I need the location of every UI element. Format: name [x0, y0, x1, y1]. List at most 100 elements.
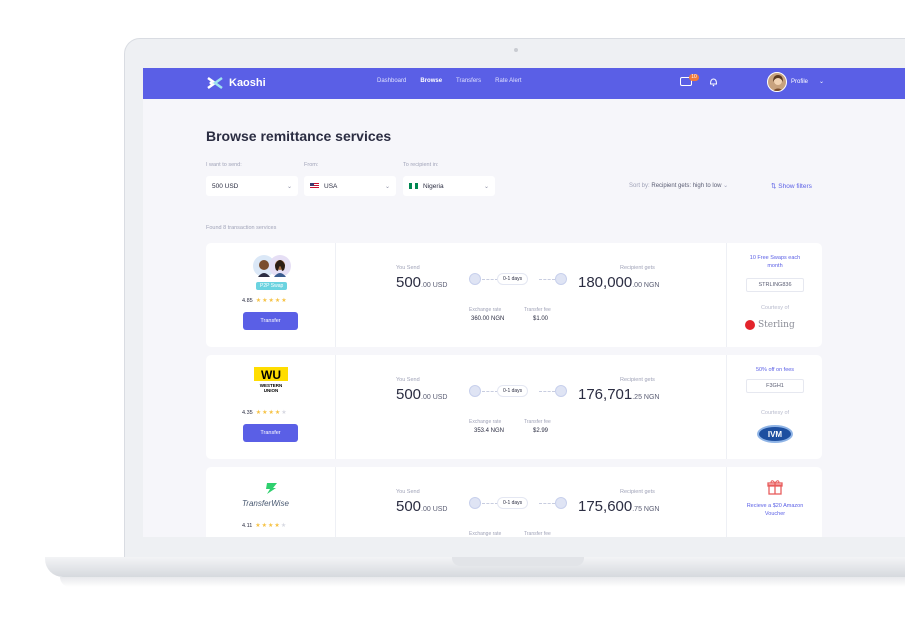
avatar[interactable] [767, 72, 787, 92]
start-node-icon [469, 273, 481, 285]
nav-rate-alert[interactable]: Rate Alert [495, 78, 521, 84]
kaoshi-logo-icon [207, 76, 223, 90]
to-country-select[interactable]: Nigeria ⌄ [403, 176, 495, 196]
duration-pill: 0-1 days [497, 273, 529, 285]
brand-logo[interactable]: Kaoshi [206, 75, 266, 91]
recv-dec: .00 NGN [632, 282, 660, 289]
transfer-fee-label: Transfer fee [524, 419, 551, 425]
recipient-amount: 176,701.25 NGN [578, 386, 659, 403]
bell-icon[interactable] [709, 77, 718, 87]
send-amount: 500.00 USD [396, 274, 448, 291]
send-dec: .00 USD [421, 282, 448, 289]
exchange-rate-label: Exchange rate [469, 307, 502, 313]
duration-pill: 0-1 days [497, 497, 529, 509]
sort-control[interactable]: Sort by: Recipient gets: high to low ⌄ [629, 182, 728, 189]
recv-int: 175,600 [578, 498, 633, 515]
start-node-icon [469, 385, 481, 397]
promo-code[interactable]: F3GH1 [746, 379, 804, 393]
provider-rating: 4.35 ★★★★★ [242, 409, 288, 417]
recv-int: 180,000 [578, 274, 633, 291]
recipient-gets-label: Recipient gets [620, 489, 655, 495]
delivery-timeline: 0-1 days [469, 271, 574, 287]
courtesy-label: Courtesy of [760, 305, 790, 311]
send-int: 500 [396, 498, 422, 515]
laptop-shadow [60, 577, 905, 587]
end-node-icon [555, 273, 567, 285]
transfer-fee-label: Transfer fee [524, 307, 551, 313]
timeline-dash [482, 503, 498, 504]
promo-code[interactable]: STRLING836 [746, 278, 804, 292]
service-card: P2P Swap 4.85 ★★★★★ Transfer You Send 50… [206, 243, 822, 347]
laptop-notch [452, 557, 584, 566]
results-count: Found 8 transaction services [206, 225, 277, 231]
provider-tag: P2P Swap [256, 282, 288, 290]
filter-icon: ⇅ [771, 183, 777, 190]
to-country-value: Nigeria [423, 182, 444, 190]
provider-column: WU WESTERN UNION 4.35 ★★★★★ Transfer [206, 355, 336, 459]
svg-text:WU: WU [261, 368, 281, 382]
rating-value: 4.85 [242, 297, 253, 304]
provider-rating: 4.11 ★★★★★ [242, 522, 288, 530]
chevron-down-icon: ⌄ [286, 183, 292, 190]
send-dec: .00 USD [421, 506, 448, 513]
svg-text:UNION: UNION [264, 388, 279, 393]
timeline-dash [482, 279, 498, 280]
rating-stars: ★★★★★ [255, 410, 288, 416]
promo-text: Recieve a $20 Amazon Voucher [746, 503, 804, 517]
chevron-down-icon: ⌄ [483, 183, 489, 190]
send-amount-value: 500 USD [212, 182, 239, 190]
us-flag-icon [310, 183, 319, 189]
send-dec: .00 USD [421, 394, 448, 401]
transfer-fee-label: Transfer fee [524, 531, 551, 537]
send-int: 500 [396, 386, 422, 403]
transfer-fee-value: $2.99 [533, 428, 549, 434]
nav-dashboard[interactable]: Dashboard [377, 78, 406, 84]
from-country-value: USA [324, 182, 338, 190]
exchange-rate-value: 353.4 NGN [474, 428, 505, 434]
page-title: Browse remittance services [206, 128, 392, 144]
rating-stars: ★★★★★ [255, 298, 288, 304]
from-label: From: [304, 162, 319, 168]
courtesy-label: Courtesy of [760, 410, 790, 416]
nav-transfers[interactable]: Transfers [456, 78, 481, 84]
timeline-dash [539, 503, 555, 504]
duration-pill: 0-1 days [497, 385, 529, 397]
exchange-rate-label: Exchange rate [469, 419, 502, 425]
profile-label[interactable]: Profile [791, 79, 808, 85]
brand-name: Kaoshi [229, 77, 266, 89]
avatar-image [772, 75, 784, 91]
show-filters-button[interactable]: ⇅ Show filters [771, 182, 812, 190]
top-nav: Kaoshi Dashboard Browse Transfers Rate A… [143, 68, 905, 99]
you-send-label: You Send [396, 265, 420, 271]
exchange-rate-label: Exchange rate [469, 531, 502, 537]
delivery-timeline: 0-1 days [469, 495, 574, 511]
recv-int: 176,701 [578, 386, 633, 403]
timeline-dash [482, 391, 498, 392]
transfer-button[interactable]: Transfer [243, 424, 298, 442]
start-node-icon [469, 497, 481, 509]
recv-dec: .25 NGN [632, 394, 660, 401]
from-country-select[interactable]: USA ⌄ [304, 176, 396, 196]
show-filters-label: Show filters [778, 183, 812, 190]
p2p-swap-people-icon [253, 255, 291, 277]
provider-rating: 4.85 ★★★★★ [242, 297, 288, 305]
service-card: TransferWise 4.11 ★★★★★ You Send 500.00 … [206, 467, 822, 537]
rating-stars: ★★★★★ [255, 523, 288, 529]
transfer-button[interactable]: Transfer [243, 312, 298, 330]
app-screen: Kaoshi Dashboard Browse Transfers Rate A… [143, 68, 905, 537]
send-int: 500 [396, 274, 422, 291]
recipient-gets-label: Recipient gets [620, 265, 655, 271]
you-send-label: You Send [396, 489, 420, 495]
recipient-gets-label: Recipient gets [620, 377, 655, 383]
end-node-icon [555, 497, 567, 509]
delivery-timeline: 0-1 days [469, 383, 574, 399]
nav-browse[interactable]: Browse [420, 78, 442, 84]
promo-column: Recieve a $20 Amazon Voucher [726, 467, 822, 537]
you-send-label: You Send [396, 377, 420, 383]
sterling-logo: Sterling [745, 320, 795, 330]
send-amount-select[interactable]: 500 USD ⌄ [206, 176, 298, 196]
sort-label: Sort by: [629, 183, 650, 189]
provider-column: P2P Swap 4.85 ★★★★★ Transfer [206, 243, 336, 347]
service-card: WU WESTERN UNION 4.35 ★★★★★ Transfer You… [206, 355, 822, 459]
chevron-down-icon[interactable]: ⌄ [819, 78, 824, 85]
